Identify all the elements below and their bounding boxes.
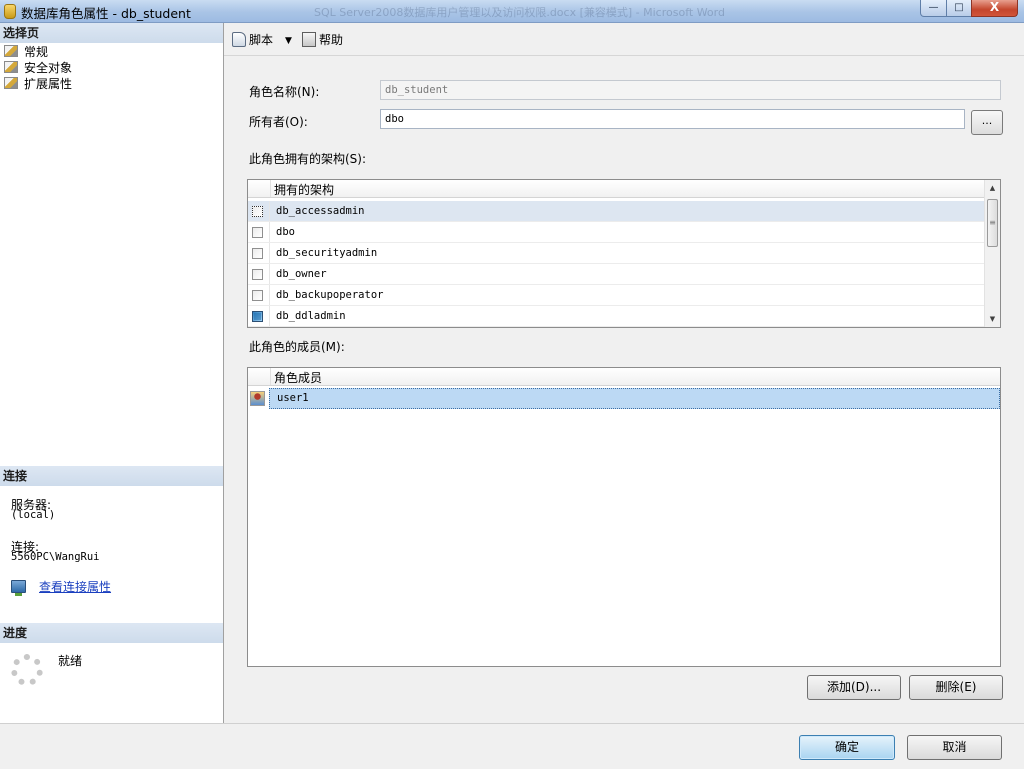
- connection-value: 5560PC\WangRui: [11, 551, 100, 563]
- owner-browse-button[interactable]: ...: [971, 110, 1003, 135]
- schema-name: dbo: [276, 226, 295, 238]
- connection-header: 连接: [0, 466, 223, 486]
- schema-row[interactable]: db_backupoperator: [248, 285, 984, 306]
- scroll-up-arrow-icon[interactable]: ▲: [985, 180, 1000, 196]
- member-row[interactable]: user1: [248, 388, 1000, 409]
- script-dropdown-arrow[interactable]: ▼: [285, 32, 292, 50]
- page-icon: [4, 61, 18, 73]
- schema-row[interactable]: db_ddladmin: [248, 306, 984, 327]
- checkbox-cell: [248, 306, 270, 326]
- page-item-label: 常规: [24, 45, 49, 59]
- window-title: 数据库角色属性 - db_student: [21, 6, 191, 21]
- schema-checkbox-checked[interactable]: [252, 311, 263, 322]
- page-icon: [4, 45, 18, 57]
- schema-name: db_ddladmin: [276, 310, 346, 322]
- view-connection-properties-link[interactable]: 查看连接属性: [39, 578, 111, 595]
- page-icon: [4, 77, 18, 89]
- owner-field[interactable]: [380, 109, 965, 129]
- main-pane: 脚本 ▼ 帮助 角色名称(N): 所有者(O): ... 此角色拥有的架构(S)…: [224, 23, 1024, 723]
- help-label: 帮助: [319, 33, 344, 47]
- progress-status: 就绪: [58, 654, 83, 668]
- schema-row[interactable]: db_accessadmin: [248, 201, 984, 222]
- schema-name: db_securityadmin: [276, 247, 378, 259]
- progress-spinner-icon: [11, 654, 43, 686]
- minimize-button[interactable]: —: [920, 0, 947, 17]
- background-window-title: SQL Server2008数据库用户管理以及访问权限.docx [兼容模式] …: [314, 6, 725, 19]
- members-grid-header: 角色成员: [248, 368, 1000, 386]
- select-page-header: 选择页: [0, 23, 223, 43]
- checkbox-cell: [248, 222, 270, 242]
- schema-checkbox[interactable]: [252, 206, 263, 217]
- checkbox-cell: [248, 264, 270, 284]
- schema-checkbox[interactable]: [252, 227, 263, 238]
- dialog-footer: 确定 取消: [0, 723, 1024, 769]
- cancel-button[interactable]: 取消: [907, 735, 1002, 760]
- server-value: (local): [11, 509, 56, 521]
- toolbar-separator: [224, 55, 1024, 56]
- maximize-button[interactable]: □: [946, 0, 972, 17]
- row-header-cell: [248, 180, 271, 197]
- scroll-down-arrow-icon[interactable]: ▼: [985, 311, 1000, 327]
- ok-button[interactable]: 确定: [799, 735, 895, 760]
- help-button[interactable]: 帮助: [302, 31, 343, 49]
- page-item-label: 安全对象: [24, 61, 73, 75]
- row-header-cell: [248, 368, 271, 385]
- database-icon: [4, 4, 16, 19]
- role-name-label: 角色名称(N):: [249, 85, 320, 99]
- member-name: user1: [277, 392, 309, 404]
- schema-row[interactable]: db_securityadmin: [248, 243, 984, 264]
- schemas-grid: 拥有的架构 db_accessadmin dbo db_securityadmi…: [247, 179, 1001, 328]
- schema-row[interactable]: dbo: [248, 222, 984, 243]
- schema-checkbox[interactable]: [252, 269, 263, 280]
- page-item-securables[interactable]: 安全对象: [4, 60, 72, 76]
- schemas-label: 此角色拥有的架构(S):: [249, 152, 367, 166]
- script-label: 脚本: [249, 33, 274, 47]
- page-item-label: 扩展属性: [24, 77, 73, 91]
- members-column-header[interactable]: 角色成员: [274, 369, 322, 386]
- connection-properties-icon: [11, 580, 26, 596]
- schema-row[interactable]: db_owner: [248, 264, 984, 285]
- owner-label: 所有者(O):: [249, 115, 308, 129]
- page-item-general[interactable]: 常规: [4, 44, 48, 60]
- checkbox-cell: [248, 201, 270, 221]
- script-icon: [232, 32, 246, 47]
- schemas-column-header[interactable]: 拥有的架构: [274, 181, 334, 198]
- schema-name: db_accessadmin: [276, 205, 365, 217]
- add-member-button[interactable]: 添加(D)...: [807, 675, 901, 700]
- user-icon: [250, 391, 265, 406]
- remove-member-button[interactable]: 删除(E): [909, 675, 1003, 700]
- checkbox-cell: [248, 285, 270, 305]
- help-icon: [302, 32, 316, 47]
- schema-name: db_owner: [276, 268, 327, 280]
- toolbar: 脚本 ▼ 帮助: [224, 23, 1024, 55]
- scrollbar-thumb[interactable]: ≡: [987, 199, 998, 247]
- script-button[interactable]: 脚本: [232, 31, 273, 49]
- page-item-extended-properties[interactable]: 扩展属性: [4, 76, 72, 92]
- schema-name: db_backupoperator: [276, 289, 384, 301]
- schema-checkbox[interactable]: [252, 248, 263, 259]
- members-label: 此角色的成员(M):: [249, 340, 345, 354]
- window-title-bar[interactable]: 数据库角色属性 - db_student SQL Server2008数据库用户…: [0, 0, 1024, 23]
- schema-checkbox[interactable]: [252, 290, 263, 301]
- checkbox-cell: [248, 243, 270, 263]
- members-grid: 角色成员 user1: [247, 367, 1001, 667]
- left-panel: 选择页 常规 安全对象 扩展属性 连接 服务器: (local) 连接: 556…: [0, 23, 224, 723]
- progress-header: 进度: [0, 623, 223, 643]
- close-button[interactable]: X: [971, 0, 1018, 17]
- role-name-field: [380, 80, 1001, 100]
- schemas-grid-header: 拥有的架构: [248, 180, 984, 198]
- member-cell[interactable]: user1: [269, 388, 1000, 409]
- schemas-scrollbar[interactable]: ▲ ≡ ▼: [984, 180, 1000, 327]
